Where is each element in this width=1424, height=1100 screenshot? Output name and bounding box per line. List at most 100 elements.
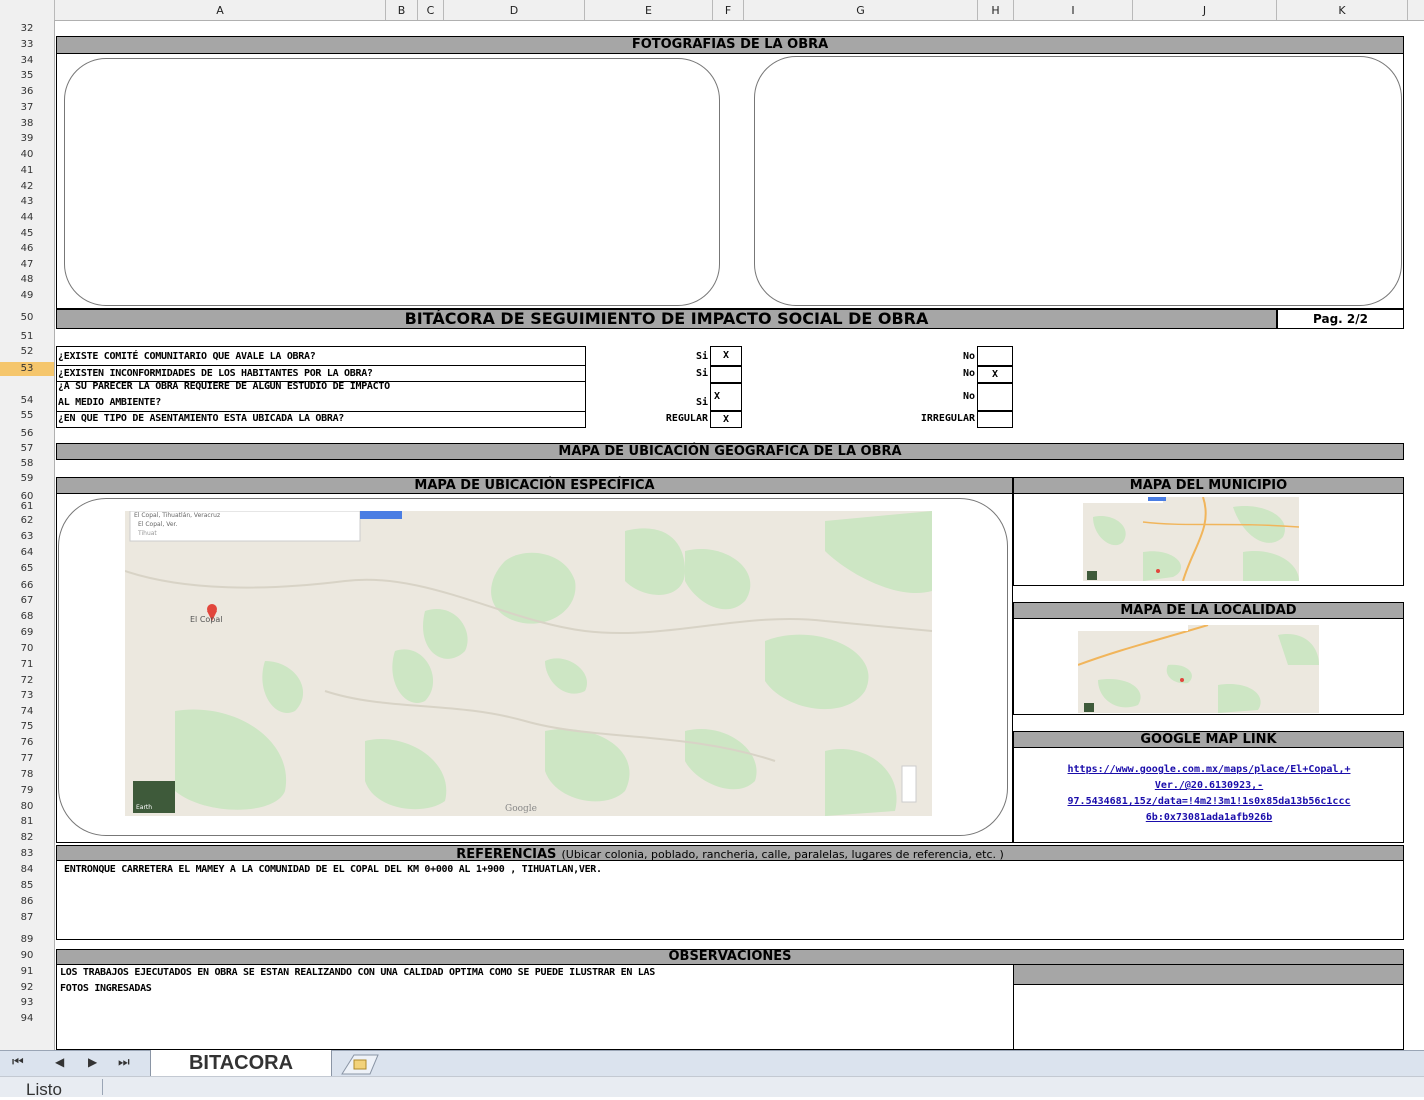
row-number-32[interactable]: 32 <box>0 22 54 36</box>
row-number-79[interactable]: 79 <box>0 784 54 798</box>
google-map-link-line4[interactable]: 6b:0x73081ada1afb926b <box>1014 810 1404 826</box>
row-number-35[interactable]: 35 <box>0 69 54 83</box>
row-number-64[interactable]: 64 <box>0 546 54 560</box>
row-number-76[interactable]: 76 <box>0 736 54 750</box>
row-number-86[interactable]: 86 <box>0 895 54 909</box>
row-number-82[interactable]: 82 <box>0 831 54 845</box>
map-image-localidad[interactable] <box>1078 625 1319 713</box>
column-b-header[interactable]: B <box>386 0 418 20</box>
q2-yes-cell[interactable] <box>710 366 742 383</box>
q4-irregular-cell[interactable] <box>977 411 1013 428</box>
row-number-70[interactable]: 70 <box>0 642 54 656</box>
row-number-56[interactable]: 56 <box>0 427 54 441</box>
row-number-65[interactable]: 65 <box>0 562 54 576</box>
row-number-50[interactable]: 50 <box>0 311 54 325</box>
row-number-71[interactable]: 71 <box>0 658 54 672</box>
row-number-68[interactable]: 68 <box>0 610 54 624</box>
row-number-46[interactable]: 46 <box>0 242 54 256</box>
row-number-43[interactable]: 43 <box>0 195 54 209</box>
row-number-81[interactable]: 81 <box>0 815 54 829</box>
row-number-83[interactable]: 83 <box>0 847 54 861</box>
q3-no-cell[interactable] <box>977 383 1013 411</box>
q4-regular-cell[interactable]: X <box>710 411 742 428</box>
map-search-text: El Copal, Tihuatlán, Veracruz <box>134 512 221 519</box>
row-number-51[interactable]: 51 <box>0 330 54 344</box>
photo-frame-left[interactable] <box>64 58 720 306</box>
row-number-61[interactable]: 61 <box>0 500 54 514</box>
row-number-77[interactable]: 77 <box>0 752 54 766</box>
row-number-47[interactable]: 47 <box>0 258 54 272</box>
row-number-93[interactable]: 93 <box>0 996 54 1010</box>
select-all-corner[interactable] <box>0 0 55 20</box>
map-image-main[interactable] <box>125 511 932 816</box>
column-h-header[interactable]: H <box>978 0 1014 20</box>
google-map-link-line2[interactable]: Ver./@20.6130923,- <box>1014 778 1404 794</box>
row-number-63[interactable]: 63 <box>0 530 54 544</box>
column-a-header[interactable]: A <box>55 0 386 20</box>
row-number-62[interactable]: 62 <box>0 514 54 528</box>
row-number-45[interactable]: 45 <box>0 227 54 241</box>
next-sheet-icon[interactable]: ▶ <box>88 1055 97 1069</box>
insert-sheet-icon[interactable] <box>340 1053 400 1075</box>
row-number-33[interactable]: 33 <box>0 38 54 52</box>
row-number-49[interactable]: 49 <box>0 289 54 303</box>
column-e-header[interactable]: E <box>585 0 713 20</box>
row-number-38[interactable]: 38 <box>0 117 54 131</box>
row-number-52[interactable]: 52 <box>0 345 54 359</box>
google-map-link-line3[interactable]: 97.5434681,15z/data=!4m2!3m1!1s0x85da13b… <box>1014 794 1404 810</box>
column-k-header[interactable]: K <box>1277 0 1408 20</box>
row-number-90[interactable]: 90 <box>0 949 54 963</box>
google-map-link-line1[interactable]: https://www.google.com.mx/maps/place/El+… <box>1014 762 1404 778</box>
sheet-tab-bitacora[interactable]: BITACORA <box>150 1050 332 1077</box>
row-number-54[interactable]: 54 <box>0 394 54 408</box>
row-number-57[interactable]: 57 <box>0 442 54 456</box>
last-sheet-icon[interactable]: ⏭ <box>118 1055 130 1070</box>
row-number-67[interactable]: 67 <box>0 594 54 608</box>
row-number-58[interactable]: 58 <box>0 457 54 471</box>
q1-no-cell[interactable] <box>977 346 1013 366</box>
map-earth-label[interactable]: Earth <box>136 804 152 811</box>
column-d-header[interactable]: D <box>444 0 585 20</box>
row-number-42[interactable]: 42 <box>0 180 54 194</box>
row-number-92[interactable]: 92 <box>0 981 54 995</box>
row-number-39[interactable]: 39 <box>0 132 54 146</box>
row-number-73[interactable]: 73 <box>0 689 54 703</box>
row-number-40[interactable]: 40 <box>0 148 54 162</box>
column-j-header[interactable]: J <box>1133 0 1277 20</box>
first-sheet-icon[interactable]: ⏮ <box>12 1055 24 1070</box>
page-number: Pag. 2/2 <box>1277 309 1404 329</box>
map-image-municipio[interactable] <box>1083 497 1299 581</box>
row-number-53[interactable]: 53 <box>0 362 54 376</box>
row-number-94[interactable]: 94 <box>0 1012 54 1026</box>
row-number-89[interactable]: 89 <box>0 933 54 947</box>
column-c-header[interactable]: C <box>418 0 444 20</box>
row-number-34[interactable]: 34 <box>0 54 54 68</box>
row-number-72[interactable]: 72 <box>0 674 54 688</box>
row-number-48[interactable]: 48 <box>0 273 54 287</box>
column-i-header[interactable]: I <box>1014 0 1133 20</box>
row-number-91[interactable]: 91 <box>0 965 54 979</box>
row-number-59[interactable]: 59 <box>0 472 54 486</box>
row-number-84[interactable]: 84 <box>0 863 54 877</box>
q1-yes-cell[interactable]: X <box>710 346 742 366</box>
q3-yes-cell[interactable]: X <box>710 383 742 411</box>
row-number-74[interactable]: 74 <box>0 705 54 719</box>
row-number-36[interactable]: 36 <box>0 85 54 99</box>
column-f-header[interactable]: F <box>713 0 744 20</box>
row-number-87[interactable]: 87 <box>0 911 54 925</box>
photo-frame-right[interactable] <box>754 56 1402 306</box>
row-number-78[interactable]: 78 <box>0 768 54 782</box>
row-number-66[interactable]: 66 <box>0 579 54 593</box>
row-number-85[interactable]: 85 <box>0 879 54 893</box>
prev-sheet-icon[interactable]: ◀ <box>55 1055 64 1069</box>
row-number-69[interactable]: 69 <box>0 626 54 640</box>
q2-no-cell[interactable]: X <box>977 366 1013 383</box>
row-number-75[interactable]: 75 <box>0 720 54 734</box>
row-number-41[interactable]: 41 <box>0 164 54 178</box>
row-number-55[interactable]: 55 <box>0 409 54 423</box>
column-g-header[interactable]: G <box>744 0 978 20</box>
row-number-44[interactable]: 44 <box>0 211 54 225</box>
q4-regular-label: REGULAR <box>665 413 708 424</box>
row-number-37[interactable]: 37 <box>0 101 54 115</box>
row-number-80[interactable]: 80 <box>0 800 54 814</box>
